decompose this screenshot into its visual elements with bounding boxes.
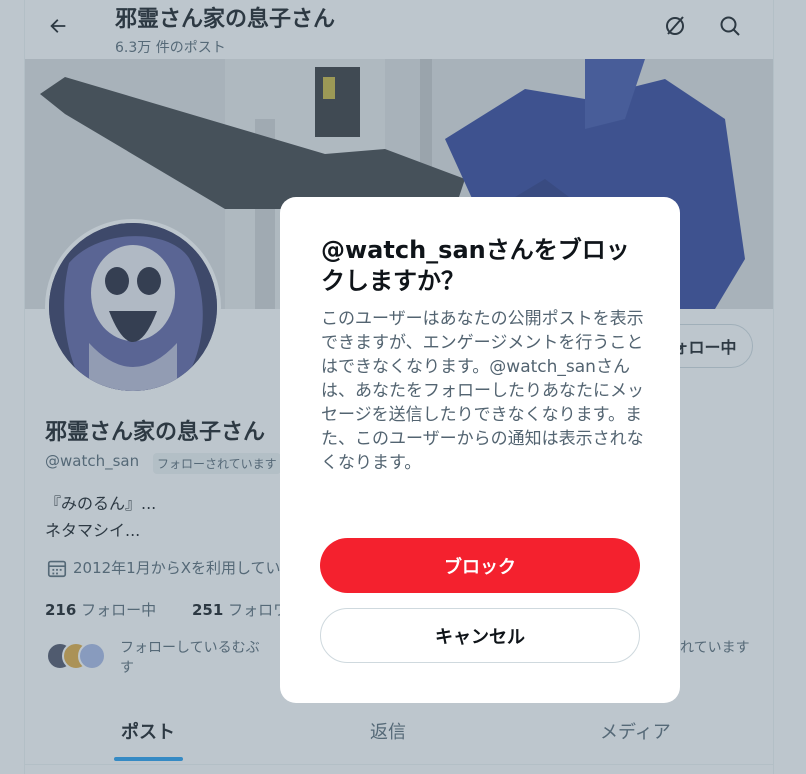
block-dialog: @watch_sanさんをブロックしますか？ このユーザーはあなたの公開ポストを… [280,197,680,703]
dialog-body: このユーザーはあなたの公開ポストを表示できますが、エンゲージメントを行うことはで… [321,309,644,473]
block-button[interactable]: ブロック [320,538,640,593]
cancel-button[interactable]: キャンセル [320,608,640,663]
dialog-title: @watch_sanさんをブロックしますか？ [321,236,630,295]
